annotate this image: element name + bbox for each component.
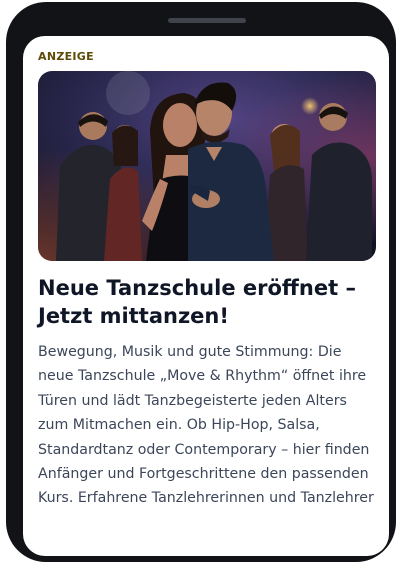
- ad-body-text: Bewegung, Musik und gute Stimmung: Die n…: [38, 344, 374, 507]
- ad-card[interactable]: ANZEIGE Neue Tanzschule eröffnet – Jetzt…: [23, 36, 389, 556]
- dance-couple-photo-icon: [38, 71, 376, 261]
- phone-frame: ANZEIGE Neue Tanzschule eröffnet – Jetzt…: [6, 2, 396, 562]
- speaker-notch: [168, 18, 246, 23]
- hero-image[interactable]: [38, 71, 376, 261]
- ad-badge: ANZEIGE: [38, 50, 94, 63]
- ad-headline[interactable]: Neue Tanzschule eröffnet – Jetzt mittanz…: [38, 274, 378, 330]
